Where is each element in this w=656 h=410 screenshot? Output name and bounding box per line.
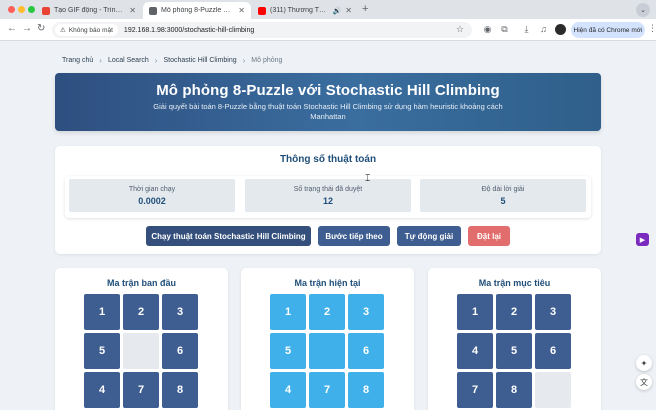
browser-tab-gif[interactable]: Tạo GIF động - Trình tạo GIF ✕ [36,2,142,19]
mouse-cursor-icon: ⌶ [365,173,371,183]
stat-label: Độ dài lời giải [481,186,525,193]
tab-title: (311) Thương Thì Thôi Rồi [270,7,330,14]
puzzle-tile[interactable]: 1 [457,294,493,330]
puzzle-tile[interactable]: 7 [309,372,345,408]
url-text: 192.168.1.98:3000/stochastic-hill-climbi… [123,26,255,34]
stat-states-visited: Số trạng thái đã duyệt 12 [245,179,411,212]
puzzle-tile[interactable]: 7 [123,372,159,408]
browser-tab-youtube[interactable]: (311) Thương Thì Thôi Rồi 🔊 ✕ [252,2,358,19]
puzzle-empty-tile[interactable] [123,333,159,369]
tab-title: Tạo GIF động - Trình tạo GIF [54,7,125,14]
next-step-button[interactable]: Bước tiếp theo [318,226,390,246]
puzzle-tile[interactable]: 4 [84,372,120,408]
profile-avatar[interactable] [555,24,566,35]
board-goal: Ma trận mục tiêu 123 456 78 [428,268,601,410]
breadcrumb: Trang chủ › Local Search › Stochastic Hi… [62,56,282,65]
stat-value: 0.0002 [138,196,166,206]
window-maximize-button[interactable] [28,6,35,13]
puzzle-tile[interactable]: 3 [535,294,571,330]
tab-title: Mô phỏng 8-Puzzle Stochastic [161,7,234,14]
stats-container: Thời gian chạy 0.0002 Số trạng thái đã d… [65,176,591,218]
more-menu-icon[interactable]: ⋮ [648,23,656,34]
security-indicator[interactable]: ⚠ Không bảo mật [55,24,118,36]
download-icon[interactable]: ⤓ [521,24,532,35]
params-title: Thông số thuật toán [279,154,377,165]
chevron-right-icon: › [154,56,158,65]
puzzle-tile[interactable]: 3 [348,294,384,330]
board-title: Ma trận mục tiêu [478,278,551,288]
forward-arrow-icon[interactable]: → [22,23,32,34]
puzzle-tile[interactable]: 8 [162,372,198,408]
board-title: Ma trận ban đầu [106,278,176,288]
puzzle-tile[interactable]: 5 [84,333,120,369]
puzzle-tile[interactable]: 1 [84,294,120,330]
stat-solution-length: Độ dài lời giải 5 [420,179,586,212]
chevron-right-icon: › [99,56,102,65]
chrome-update-button[interactable]: Hiện đã có Chrome mới [571,22,645,38]
gif-favicon-icon [42,6,50,15]
run-algorithm-button[interactable]: Chạy thuật toán Stochastic Hill Climbing [146,226,311,246]
puzzle-tile[interactable]: 2 [123,294,159,330]
security-label: Không bảo mật [68,26,113,34]
close-icon[interactable]: ✕ [345,6,352,15]
audio-playing-icon[interactable]: 🔊 [333,7,342,15]
reset-button[interactable]: Đặt lại [468,226,510,246]
extension-icon[interactable]: ◉ [482,24,493,35]
globe-favicon-icon [149,6,157,15]
puzzle-tile[interactable]: 5 [270,333,306,369]
puzzle-tile[interactable]: 6 [348,333,384,369]
board-current: Ma trận hiện tại 123 5 6 478 [241,268,414,410]
puzzle-empty-tile[interactable] [535,372,571,408]
puzzle-tile[interactable]: 6 [162,333,198,369]
bookmark-star-icon[interactable]: ☆ [456,24,464,35]
tab-search-chevron-icon[interactable]: ⌄ [636,3,650,17]
puzzle-tile[interactable]: 2 [309,294,345,330]
page-hero: Mô phỏng 8-Puzzle với Stochastic Hill Cl… [55,73,601,131]
breadcrumb-local-search-link[interactable]: Local Search [108,57,149,64]
sparkle-icon[interactable]: ✦ [636,355,652,371]
auto-solve-button[interactable]: Tự động giải [397,226,461,246]
puzzle-tile[interactable]: 5 [496,333,532,369]
puzzle-tile[interactable]: 3 [162,294,198,330]
translate-icon[interactable]: 文 [636,374,652,390]
stat-runtime: Thời gian chạy 0.0002 [69,179,235,212]
breadcrumb-home-link[interactable]: Trang chủ [62,57,93,64]
browser-toolbar: ← → ↻ ⚠ Không bảo mật 192.168.1.98:3000/… [0,19,656,41]
chevron-right-icon: › [242,56,246,65]
stat-label: Thời gian chạy [128,186,176,193]
page-subtitle: Giải quyết bài toán 8-Puzzle bằng thuật … [153,102,503,121]
puzzle-tile[interactable]: 2 [496,294,532,330]
board-initial: Ma trận ban đầu 123 5 6 478 [55,268,228,410]
breadcrumb-algorithm-link[interactable]: Stochastic Hill Climbing [163,57,236,64]
puzzle-tile[interactable]: 7 [457,372,493,408]
close-icon[interactable]: ✕ [129,6,136,15]
board-title: Ma trận hiện tại [294,278,361,288]
window-close-button[interactable] [8,6,15,13]
puzzle-extensions-icon[interactable]: ⧉ [499,24,510,35]
breadcrumb-current: Mô phỏng [251,57,283,64]
extension-sidebar-icon[interactable]: ▶ [636,233,649,246]
reload-icon[interactable]: ↻ [37,23,45,34]
back-arrow-icon[interactable]: ← [7,23,17,34]
address-bar[interactable]: ⚠ Không bảo mật 192.168.1.98:3000/stocha… [52,22,472,38]
new-tab-button[interactable]: + [362,3,368,15]
puzzle-tile[interactable]: 1 [270,294,306,330]
browser-tab-bar: Tạo GIF động - Trình tạo GIF ✕ Mô phỏng … [0,0,656,19]
warning-icon: ⚠ [60,27,66,34]
close-icon[interactable]: ✕ [238,6,245,15]
stat-value: 12 [322,196,333,206]
puzzle-tile[interactable]: 8 [496,372,532,408]
page-title: Mô phỏng 8-Puzzle với Stochastic Hill Cl… [156,82,500,99]
puzzle-tile[interactable]: 4 [457,333,493,369]
stat-label: Số trạng thái đã duyệt [293,186,363,193]
puzzle-tile[interactable]: 8 [348,372,384,408]
youtube-favicon-icon [258,6,266,15]
stat-value: 5 [500,196,506,206]
browser-tab-puzzle[interactable]: Mô phỏng 8-Puzzle Stochastic ✕ [143,2,251,19]
puzzle-empty-tile[interactable] [309,333,345,369]
puzzle-tile[interactable]: 6 [535,333,571,369]
puzzle-tile[interactable]: 4 [270,372,306,408]
media-controls-icon[interactable]: ♫ [538,24,549,35]
window-minimize-button[interactable] [18,6,25,13]
